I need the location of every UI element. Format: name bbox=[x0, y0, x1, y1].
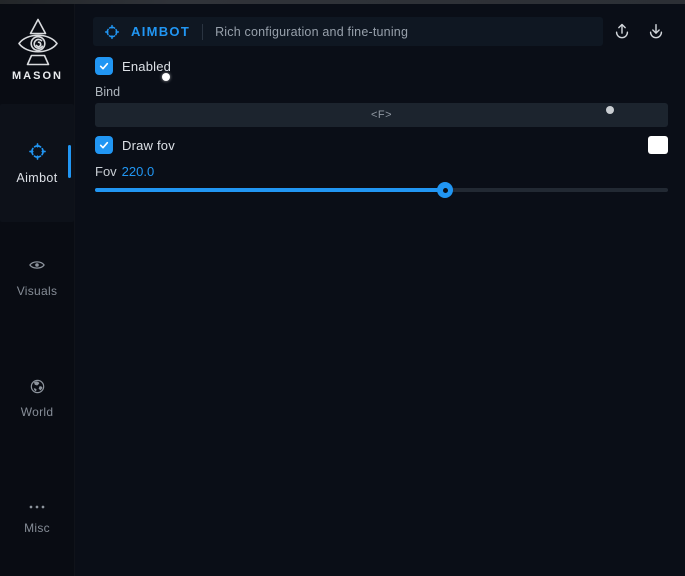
upload-icon bbox=[612, 21, 632, 44]
fov-slider-label: Fov 220.0 bbox=[95, 164, 154, 179]
fov-value: 220.0 bbox=[122, 164, 155, 179]
enabled-row[interactable]: Enabled bbox=[95, 57, 171, 75]
download-icon bbox=[646, 21, 666, 44]
checkmark-icon bbox=[98, 139, 110, 151]
bind-label: Bind bbox=[95, 85, 120, 99]
draw-fov-checkbox[interactable] bbox=[95, 136, 113, 154]
active-tab-indicator bbox=[68, 145, 71, 178]
sidebar-item-visuals[interactable]: Visuals bbox=[0, 254, 74, 300]
draw-fov-row[interactable]: Draw fov bbox=[95, 136, 175, 154]
app-window: MASON Aimbot Visua bbox=[0, 0, 685, 576]
enabled-checkbox[interactable] bbox=[95, 57, 113, 75]
crosshair-icon bbox=[104, 24, 120, 40]
bind-input[interactable]: <F> bbox=[95, 103, 668, 127]
brand-name: MASON bbox=[0, 70, 75, 82]
ellipsis-icon bbox=[28, 498, 46, 516]
mason-eye-pyramid-icon bbox=[0, 18, 75, 68]
fov-label-text: Fov bbox=[95, 164, 117, 179]
fov-slider-handle[interactable] bbox=[437, 182, 453, 198]
sidebar-item-label: Misc bbox=[24, 521, 50, 535]
sidebar-item-aimbot[interactable]: Aimbot bbox=[0, 104, 74, 222]
enabled-label: Enabled bbox=[122, 59, 171, 74]
main-panel: AIMBOT Rich configuration and fine-tunin… bbox=[75, 4, 685, 576]
download-config-button[interactable] bbox=[645, 21, 667, 43]
checkmark-icon bbox=[98, 60, 110, 72]
fov-slider-handle-dot bbox=[443, 188, 448, 193]
eye-icon bbox=[28, 256, 46, 279]
crosshair-icon bbox=[28, 142, 47, 166]
page-title: AIMBOT bbox=[131, 24, 190, 39]
brand-logo: MASON bbox=[0, 18, 75, 82]
sidebar-item-label: World bbox=[21, 405, 54, 419]
draw-fov-label: Draw fov bbox=[122, 138, 175, 153]
upload-config-button[interactable] bbox=[611, 21, 633, 43]
bind-value: <F> bbox=[371, 109, 392, 121]
fov-slider[interactable] bbox=[95, 178, 668, 210]
fov-slider-track bbox=[95, 188, 668, 192]
section-header: AIMBOT Rich configuration and fine-tunin… bbox=[93, 17, 603, 46]
page-subtitle: Rich configuration and fine-tuning bbox=[215, 25, 408, 39]
sidebar-item-world[interactable]: World bbox=[0, 376, 74, 420]
cursor-dot-secondary bbox=[606, 106, 614, 114]
sidebar-item-label: Visuals bbox=[17, 284, 58, 298]
sidebar: MASON Aimbot Visua bbox=[0, 4, 75, 576]
sidebar-item-misc[interactable]: Misc bbox=[0, 496, 74, 536]
fov-color-swatch[interactable] bbox=[648, 136, 668, 154]
globe-icon bbox=[29, 378, 46, 400]
header-divider bbox=[202, 24, 203, 40]
sidebar-item-label: Aimbot bbox=[16, 171, 57, 185]
fov-slider-fill bbox=[95, 188, 445, 192]
mouse-cursor-dot bbox=[162, 73, 170, 81]
